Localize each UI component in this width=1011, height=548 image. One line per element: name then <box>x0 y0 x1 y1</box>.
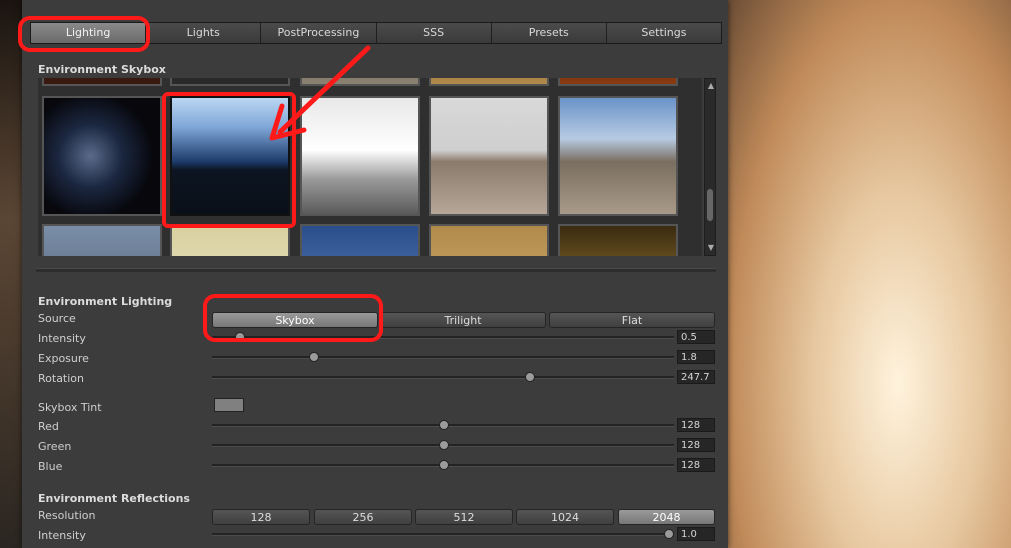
skybox-thumb[interactable] <box>558 224 678 256</box>
rotation-value[interactable]: 247.7 <box>677 370 715 384</box>
blue-label: Blue <box>38 460 63 473</box>
blue-slider-handle[interactable] <box>438 460 449 470</box>
green-slider[interactable] <box>212 438 674 452</box>
annotation-circle-skybox-button <box>203 294 383 342</box>
exposure-label: Exposure <box>38 352 89 365</box>
green-value[interactable]: 128 <box>677 438 715 452</box>
scroll-down-icon[interactable]: ▼ <box>706 243 716 253</box>
source-trilight-button[interactable]: Trilight <box>380 312 546 328</box>
rotation-slider[interactable] <box>212 370 674 384</box>
scroll-up-icon[interactable]: ▲ <box>706 81 716 91</box>
tab-presets[interactable]: Presets <box>491 23 607 43</box>
skybox-section-title: Environment Skybox <box>38 63 166 76</box>
resolution-2048-button[interactable]: 2048 <box>618 509 715 525</box>
red-label: Red <box>38 420 59 433</box>
skybox-thumb[interactable] <box>429 78 549 86</box>
resolution-128-button[interactable]: 128 <box>212 509 310 525</box>
reflection-intensity-label: Intensity <box>38 529 86 542</box>
skybox-thumb-square[interactable] <box>429 96 549 216</box>
background-photo <box>728 0 1011 548</box>
reflection-intensity-slider[interactable] <box>212 527 675 541</box>
exposure-slider[interactable] <box>212 350 674 364</box>
reflections-section-title: Environment Reflections <box>38 492 190 505</box>
source-flat-button[interactable]: Flat <box>549 312 715 328</box>
annotation-circle-lighting-tab <box>18 16 150 52</box>
intensity-label: Intensity <box>38 332 86 345</box>
tab-settings[interactable]: Settings <box>606 23 722 43</box>
reflection-intensity-value[interactable]: 1.0 <box>677 527 715 541</box>
skybox-thumb[interactable] <box>170 224 290 256</box>
green-slider-handle[interactable] <box>438 440 449 450</box>
lighting-section-title: Environment Lighting <box>38 295 173 308</box>
rotation-slider-handle[interactable] <box>524 372 535 382</box>
skybox-thumb[interactable] <box>42 78 162 86</box>
exposure-slider-handle[interactable] <box>308 352 319 362</box>
skybox-tint-label: Skybox Tint <box>38 401 102 414</box>
resolution-label: Resolution <box>38 509 96 522</box>
resolution-1024-button[interactable]: 1024 <box>516 509 614 525</box>
tab-sss[interactable]: SSS <box>376 23 492 43</box>
red-value[interactable]: 128 <box>677 418 715 432</box>
background-left <box>0 0 22 548</box>
skybox-tint-swatch[interactable] <box>214 398 244 412</box>
blue-slider[interactable] <box>212 458 674 472</box>
skybox-thumb[interactable] <box>558 78 678 86</box>
source-label: Source <box>38 312 76 325</box>
skybox-thumb[interactable] <box>429 224 549 256</box>
skybox-thumb[interactable] <box>300 224 420 256</box>
tab-lights[interactable]: Lights <box>146 23 262 43</box>
resolution-512-button[interactable]: 512 <box>415 509 513 525</box>
scrollbar-thumb[interactable] <box>707 189 713 221</box>
red-slider-handle[interactable] <box>438 420 449 430</box>
blue-value[interactable]: 128 <box>677 458 715 472</box>
exposure-value[interactable]: 1.8 <box>677 350 715 364</box>
reflection-intensity-slider-handle[interactable] <box>664 529 675 539</box>
annotation-arrow-icon <box>269 45 371 141</box>
intensity-value[interactable]: 0.5 <box>677 330 715 344</box>
skybox-thumb[interactable] <box>42 224 162 256</box>
red-slider[interactable] <box>212 418 674 432</box>
resolution-256-button[interactable]: 256 <box>314 509 412 525</box>
rotation-label: Rotation <box>38 372 85 385</box>
skybox-scrollbar[interactable]: ▲ ▼ <box>704 78 716 256</box>
skybox-thumb-tunnel[interactable] <box>42 96 162 216</box>
green-label: Green <box>38 440 72 453</box>
skybox-thumb-street[interactable] <box>558 96 678 216</box>
section-divider <box>36 268 716 272</box>
